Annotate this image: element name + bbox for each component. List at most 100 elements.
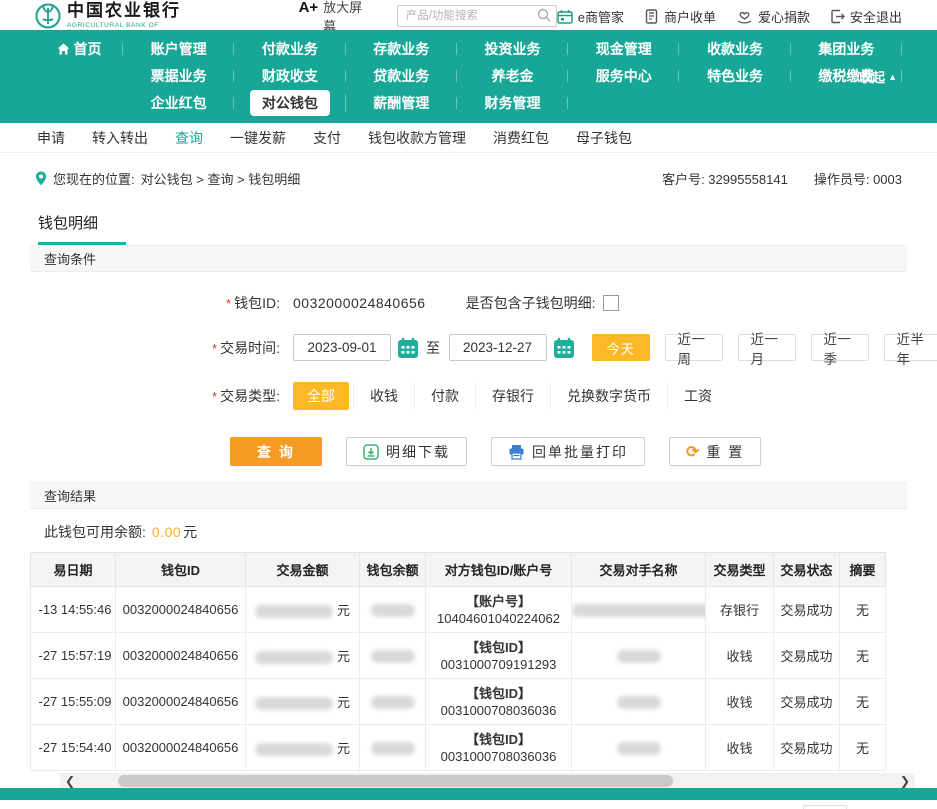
breadcrumb-prefix: 您现在的位置: <box>53 169 135 188</box>
type-pay[interactable]: 付款 <box>414 383 475 409</box>
table-header-row: 易日期 钱包ID 交易金额 钱包余额 对方钱包ID/账户号 交易对手名称 交易类… <box>31 553 886 587</box>
calendar-icon[interactable] <box>552 336 576 360</box>
link-label: 商户收单 <box>664 7 716 26</box>
store-icon <box>557 9 573 24</box>
scrollbar-thumb[interactable] <box>118 775 673 787</box>
cell-type: 收钱 <box>706 679 774 725</box>
nav-row-1: 首页 账户管理 付款业务 存款业务 投资业务 现金管理 收款业务 集团业务 <box>35 35 902 62</box>
nav-item-salary-mgmt[interactable]: 薪酬管理 <box>346 93 457 113</box>
subnav-parent-child-wallet[interactable]: 母子钱包 <box>576 128 632 148</box>
cell-memo: 无 <box>840 679 886 725</box>
nav-item-investment[interactable]: 投资业务 <box>457 39 568 59</box>
quick-range-today[interactable]: 今天 <box>592 334 650 361</box>
type-deposit-bank[interactable]: 存银行 <box>475 383 550 409</box>
search-icon[interactable] <box>537 8 551 22</box>
scroll-right-arrow-icon[interactable]: ❯ <box>895 774 915 788</box>
nav-item-corp-wallet-active[interactable]: 对公钱包 <box>234 90 345 116</box>
quick-range-half-year[interactable]: 近半年 <box>884 334 937 361</box>
subnav-one-key-payroll[interactable]: 一键发薪 <box>230 128 286 148</box>
download-detail-button[interactable]: 明细下载 <box>346 437 467 466</box>
type-salary[interactable]: 工资 <box>667 383 728 409</box>
quick-range-week[interactable]: 近一周 <box>665 334 723 361</box>
nav-item-loans[interactable]: 贷款业务 <box>346 66 457 86</box>
date-from-input[interactable] <box>293 334 391 361</box>
cell-opposite-id: 【钱包ID】0031000708036036 <box>426 679 572 725</box>
nav-item-pension[interactable]: 养老金 <box>457 66 568 86</box>
link-e-merchant[interactable]: e商管家 <box>557 7 624 26</box>
nav-item-deposit[interactable]: 存款业务 <box>346 39 457 59</box>
redacted-amount <box>255 651 333 664</box>
cell-wallet-id: 0032000024840656 <box>116 633 246 679</box>
pagination: 1页/共1页 < > 去第 页 GO <box>0 805 900 809</box>
nav-item-account-mgmt[interactable]: 账户管理 <box>123 39 234 59</box>
nav-item-cash-mgmt[interactable]: 现金管理 <box>568 39 679 59</box>
goto-page-input[interactable] <box>803 805 847 809</box>
batch-print-receipt-button[interactable]: 回单批量打印 <box>491 437 645 466</box>
nav-item-payment[interactable]: 付款业务 <box>234 39 345 59</box>
search-input[interactable] <box>397 5 557 27</box>
nav-item-finance-mgmt[interactable]: 财务管理 <box>457 93 568 113</box>
nav-item-corp-redpacket[interactable]: 企业红包 <box>123 93 234 113</box>
required-asterisk: * <box>226 296 231 311</box>
redacted-name <box>617 650 661 663</box>
nav-item-bills[interactable]: 票据业务 <box>123 66 234 86</box>
transaction-type-options: 全部 收钱 付款 存银行 兑换数字货币 工资 <box>293 382 728 410</box>
action-buttons: 查 询 明细下载 回单批量打印 ⟳ 重 置 <box>230 437 907 466</box>
quick-range-group: 今天 近一周 近一月 近一季 近半年 <box>592 334 937 361</box>
link-secure-logout[interactable]: 安全退出 <box>830 7 902 26</box>
page-tab-bar: 钱包明细 <box>30 212 907 245</box>
table-row: -27 15:55:09 0032000024840656 元 【钱包ID】00… <box>31 679 886 725</box>
nav-item-fiscal[interactable]: 财政收支 <box>234 66 345 86</box>
nav-item-group-biz[interactable]: 集团业务 <box>791 39 902 59</box>
include-sub-wallet-checkbox[interactable] <box>603 295 619 311</box>
cell-status: 交易成功 <box>774 587 840 633</box>
col-counterparty: 交易对手名称 <box>572 553 706 587</box>
wallet-id-row: *钱包ID: 0032000024840656 是否包含子钱包明细: <box>30 293 907 313</box>
cell-balance <box>360 679 426 725</box>
scroll-left-arrow-icon[interactable]: ❮ <box>60 774 80 788</box>
balance-unit: 元 <box>183 524 197 540</box>
type-receive[interactable]: 收钱 <box>353 383 414 409</box>
quick-range-month[interactable]: 近一月 <box>738 334 796 361</box>
link-merchant-acquiring[interactable]: 商户收单 <box>644 7 716 26</box>
redacted-balance <box>371 742 415 755</box>
nav-item-service-center[interactable]: 服务中心 <box>568 66 679 86</box>
donate-heart-icon <box>736 9 753 24</box>
bank-name: 中国农业银行 <box>67 0 184 21</box>
date-to-input[interactable] <box>449 334 547 361</box>
reset-button[interactable]: ⟳ 重 置 <box>669 437 761 466</box>
subnav-consume-redpacket[interactable]: 消费红包 <box>493 128 549 148</box>
cell-date: -27 15:55:09 <box>31 679 116 725</box>
transaction-type-row: *交易类型: 全部 收钱 付款 存银行 兑换数字货币 工资 <box>30 382 907 410</box>
subnav-transfer[interactable]: 转入转出 <box>92 128 148 148</box>
quick-range-quarter[interactable]: 近一季 <box>811 334 869 361</box>
type-exchange-digital-currency[interactable]: 兑换数字货币 <box>550 383 667 409</box>
calendar-icon[interactable] <box>396 336 420 360</box>
link-label: e商管家 <box>578 7 624 26</box>
nav-row-3: 企业红包 对公钱包 薪酬管理 财务管理 <box>35 89 902 116</box>
nav-item-special-biz[interactable]: 特色业务 <box>679 66 790 86</box>
home-icon <box>57 43 70 55</box>
subnav-query-active[interactable]: 查询 <box>175 128 203 148</box>
redacted-name <box>617 742 661 755</box>
nav-item-home[interactable]: 首页 <box>35 39 123 59</box>
type-all[interactable]: 全部 <box>293 382 349 410</box>
cell-counterparty <box>572 725 706 771</box>
cell-amount: 元 <box>246 679 360 725</box>
subnav-pay[interactable]: 支付 <box>313 128 341 148</box>
link-charity-donation[interactable]: 爱心捐款 <box>736 7 810 26</box>
nav-collapse-button[interactable]: 收起 ▲ <box>859 67 897 86</box>
col-memo: 摘要 <box>840 553 886 587</box>
subnav-payee-mgmt[interactable]: 钱包收款方管理 <box>368 128 466 148</box>
subnav-apply[interactable]: 申请 <box>37 128 65 148</box>
tab-wallet-detail[interactable]: 钱包明细 <box>38 212 126 245</box>
cell-memo: 无 <box>840 633 886 679</box>
cell-opposite-id: 【账户号】10404601040224062 <box>426 587 572 633</box>
cell-counterparty <box>572 679 706 725</box>
operator-number: 操作员号: 0003 <box>814 169 902 188</box>
cell-wallet-id: 0032000024840656 <box>116 679 246 725</box>
cell-wallet-id: 0032000024840656 <box>116 587 246 633</box>
product-search <box>397 5 557 27</box>
query-button[interactable]: 查 询 <box>230 437 322 466</box>
nav-item-collection[interactable]: 收款业务 <box>679 39 790 59</box>
